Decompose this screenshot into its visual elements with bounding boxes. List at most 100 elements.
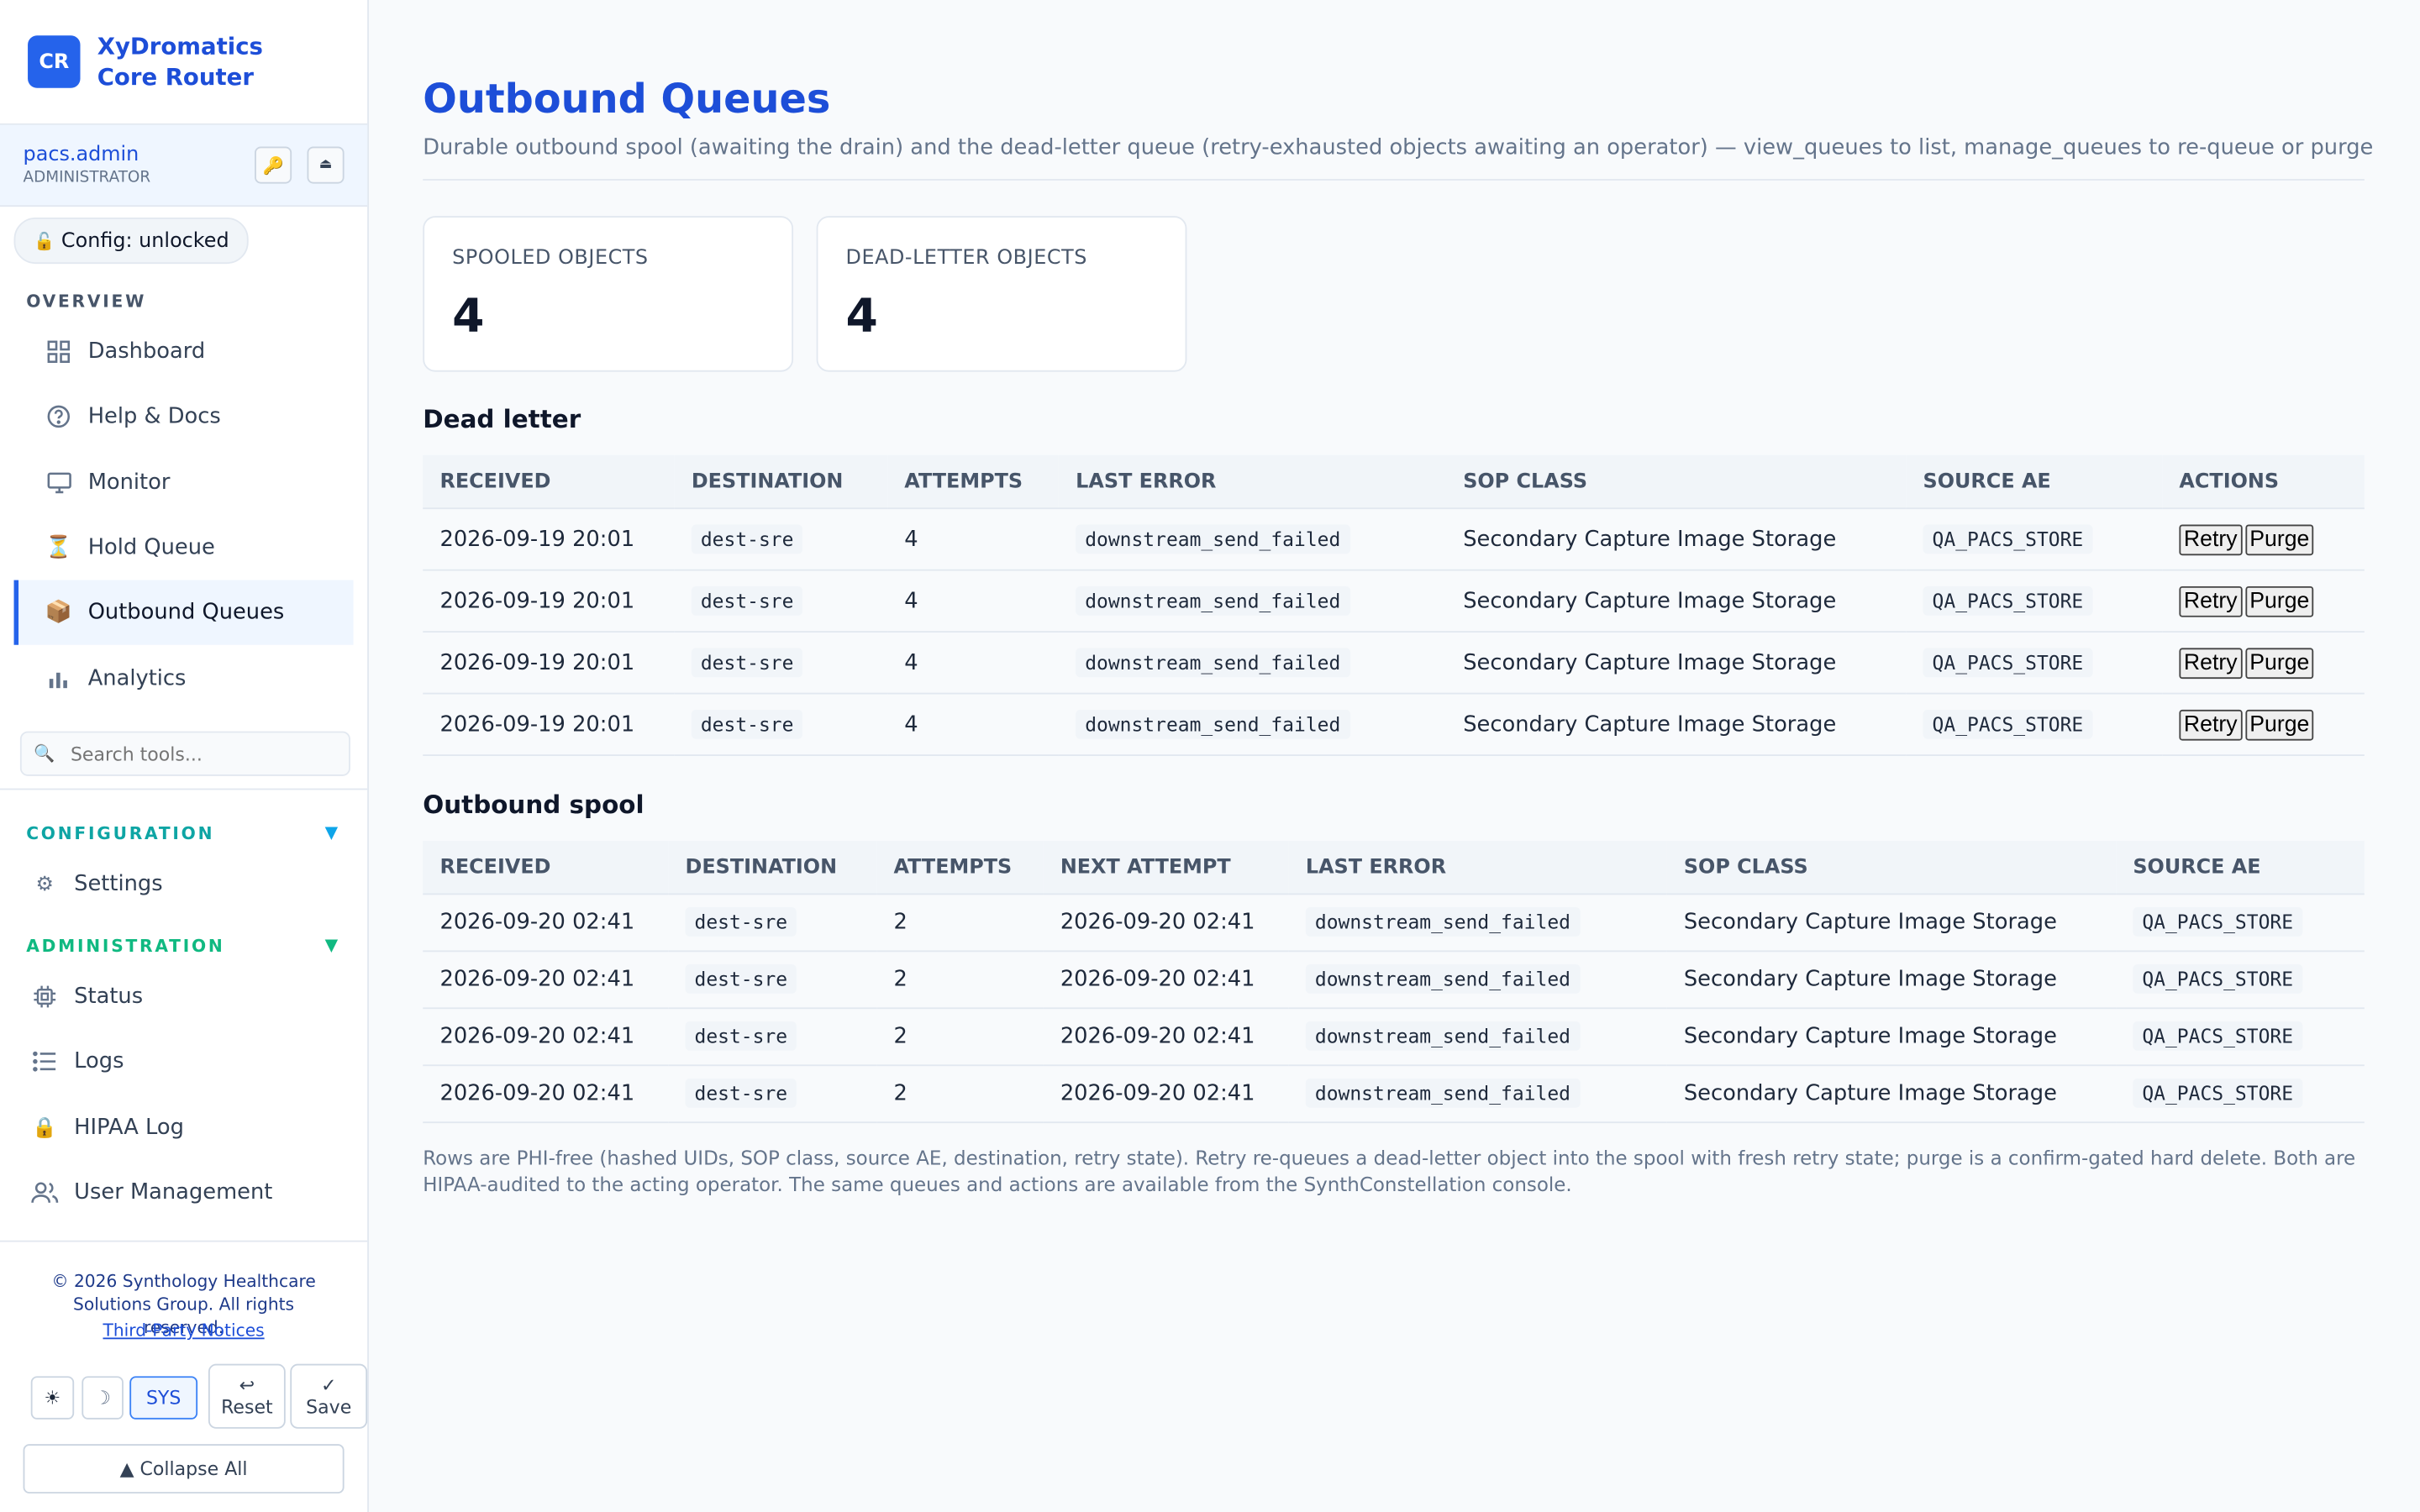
attempts-cell: 2 bbox=[876, 1008, 1044, 1067]
actions-cell: Retry Purge bbox=[2162, 508, 2365, 571]
theme-system-button[interactable]: SYS bbox=[129, 1376, 198, 1420]
retry-button[interactable]: Retry bbox=[2179, 585, 2243, 617]
destination-cell: dest-sre bbox=[674, 632, 888, 695]
retry-button[interactable]: Retry bbox=[2179, 523, 2243, 555]
actions-cell: Retry Purge bbox=[2162, 570, 2365, 633]
destination-code: dest-sre bbox=[691, 523, 803, 554]
sidebar-item-label: Settings bbox=[74, 871, 163, 897]
last-error-code: downstream_send_failed bbox=[1305, 906, 1581, 937]
attempts-cell: 4 bbox=[887, 508, 1059, 571]
source-ae-cell: QA_PACS_STORE bbox=[2116, 1008, 2365, 1067]
bar-chart-icon bbox=[45, 665, 72, 693]
page-subtitle: Durable outbound spool (awaiting the dra… bbox=[423, 135, 2374, 161]
retry-button[interactable]: Retry bbox=[2179, 647, 2243, 679]
destination-cell: dest-sre bbox=[668, 951, 877, 1010]
source-ae-cell: QA_PACS_STORE bbox=[2116, 1065, 2365, 1124]
purge-button[interactable]: Purge bbox=[2244, 585, 2314, 617]
sidebar-item-dashboard[interactable]: Dashboard bbox=[14, 319, 354, 384]
purge-button[interactable]: Purge bbox=[2244, 523, 2314, 555]
sidebar-item-label: Outbound Queues bbox=[87, 600, 285, 625]
sidebar-item-status[interactable]: Status bbox=[31, 969, 143, 1024]
last-error-cell: downstream_send_failed bbox=[1288, 1065, 1667, 1124]
received-cell: 2026-09-19 20:01 bbox=[423, 508, 675, 571]
purge-button[interactable]: Purge bbox=[2244, 708, 2314, 740]
last-error-code: downstream_send_failed bbox=[1305, 1021, 1581, 1051]
undo-icon: ↩ bbox=[239, 1374, 255, 1397]
next-attempt-cell: 2026-09-20 02:41 bbox=[1043, 894, 1289, 953]
eject-button[interactable]: ⏏ bbox=[307, 146, 345, 184]
sidebar-item-monitor[interactable]: Monitor bbox=[14, 450, 354, 515]
destination-code: dest-sre bbox=[691, 708, 803, 738]
destination-code: dest-sre bbox=[685, 963, 797, 994]
table-row: 2026-09-20 02:41 dest-sre 2 2026-09-20 0… bbox=[423, 1065, 2365, 1124]
sop-class-cell: Secondary Capture Image Storage bbox=[1445, 632, 1907, 695]
administration-heading[interactable]: ADMINISTRATION bbox=[26, 937, 224, 957]
destination-code: dest-sre bbox=[685, 1021, 797, 1051]
sidebar-item-label: HIPAA Log bbox=[74, 1115, 184, 1141]
chevron-down-icon[interactable]: ▼ bbox=[325, 822, 339, 843]
config-status-badge[interactable]: 🔓 Config: unlocked bbox=[13, 217, 250, 265]
destination-cell: dest-sre bbox=[674, 693, 888, 756]
sidebar-item-outbound-queues[interactable]: 📦 Outbound Queues bbox=[13, 580, 354, 645]
destination-cell: dest-sre bbox=[674, 508, 888, 571]
stat-card-spooled: SPOOLED OBJECTS 4 bbox=[423, 216, 794, 372]
sop-class-cell: Secondary Capture Image Storage bbox=[1445, 570, 1907, 633]
retry-button[interactable]: Retry bbox=[2179, 708, 2243, 740]
search-icon: 🔍 bbox=[34, 743, 55, 764]
source-ae-code: QA_PACS_STORE bbox=[2133, 906, 2303, 937]
sidebar-item-settings[interactable]: ⚙ Settings bbox=[31, 856, 163, 911]
purge-button[interactable]: Purge bbox=[2244, 647, 2314, 679]
page-title: Outbound Queues bbox=[423, 76, 831, 123]
received-cell: 2026-09-20 02:41 bbox=[423, 1065, 669, 1124]
reset-button[interactable]: ↩ Reset bbox=[208, 1363, 286, 1429]
hourglass-icon: ⏳ bbox=[45, 535, 72, 560]
source-ae-code: QA_PACS_STORE bbox=[2133, 963, 2303, 994]
overview-heading: OVERVIEW bbox=[26, 291, 147, 312]
attempts-cell: 4 bbox=[887, 693, 1059, 756]
attempts-cell: 4 bbox=[887, 632, 1059, 695]
table-row: 2026-09-19 20:01 dest-sre 4 downstream_s… bbox=[423, 632, 2365, 695]
third-party-notices-link[interactable]: Third-Party Notices bbox=[103, 1320, 264, 1341]
unlock-icon: 🔓 bbox=[34, 230, 55, 251]
config-status-label: Config: unlocked bbox=[60, 228, 229, 253]
sidebar-item-user-management[interactable]: User Management bbox=[31, 1165, 272, 1221]
save-button[interactable]: ✓ Save bbox=[290, 1363, 368, 1429]
source-ae-code: QA_PACS_STORE bbox=[1923, 523, 2093, 554]
sidebar-item-hold-queue[interactable]: ⏳ Hold Queue bbox=[14, 515, 354, 580]
stat-value: 4 bbox=[452, 290, 485, 344]
footer-links: Third-Party Notices bbox=[0, 1319, 367, 1342]
configuration-heading[interactable]: CONFIGURATION bbox=[26, 824, 214, 844]
column-header: SOURCE AE bbox=[2116, 841, 2365, 895]
sidebar-item-analytics[interactable]: Analytics bbox=[14, 647, 354, 711]
source-ae-cell: QA_PACS_STORE bbox=[1906, 632, 2163, 695]
source-ae-code: QA_PACS_STORE bbox=[2133, 1078, 2303, 1108]
sidebar-item-label: Help & Docs bbox=[87, 404, 221, 429]
next-attempt-cell: 2026-09-20 02:41 bbox=[1043, 951, 1289, 1010]
attempts-cell: 2 bbox=[876, 1065, 1044, 1124]
sidebar-item-logs[interactable]: Logs bbox=[31, 1034, 124, 1089]
moon-icon: ☽ bbox=[94, 1387, 112, 1409]
column-header: DESTINATION bbox=[674, 454, 888, 510]
sidebar-item-help[interactable]: Help & Docs bbox=[14, 384, 354, 449]
column-header: ATTEMPTS bbox=[887, 454, 1059, 510]
attempts-cell: 4 bbox=[887, 570, 1059, 633]
gear-icon: ⚙ bbox=[35, 872, 54, 896]
eject-icon: ⏏ bbox=[318, 157, 333, 173]
received-cell: 2026-09-19 20:01 bbox=[423, 570, 675, 633]
list-icon bbox=[31, 1047, 59, 1075]
package-icon: 📦 bbox=[45, 600, 72, 625]
sidebar-item-label: Monitor bbox=[87, 470, 171, 496]
theme-dark-button[interactable]: ☽ bbox=[82, 1376, 124, 1420]
last-error-cell: downstream_send_failed bbox=[1058, 570, 1446, 633]
theme-light-button[interactable]: ☀ bbox=[30, 1376, 75, 1420]
destination-cell: dest-sre bbox=[668, 1008, 877, 1067]
sidebar-item-hipaa-log[interactable]: 🔒 HIPAA Log bbox=[31, 1100, 184, 1156]
user-panel: pacs.admin ADMINISTRATOR 🔑 ⏏ bbox=[0, 124, 368, 207]
source-ae-cell: QA_PACS_STORE bbox=[2116, 894, 2365, 953]
collapse-all-button[interactable]: ▲ Collapse All bbox=[23, 1444, 345, 1494]
chevron-down-icon[interactable]: ▼ bbox=[325, 935, 339, 955]
search-input[interactable] bbox=[67, 741, 336, 766]
key-button[interactable]: 🔑 bbox=[255, 146, 292, 184]
received-cell: 2026-09-19 20:01 bbox=[423, 693, 675, 756]
monitor-icon bbox=[45, 469, 72, 496]
